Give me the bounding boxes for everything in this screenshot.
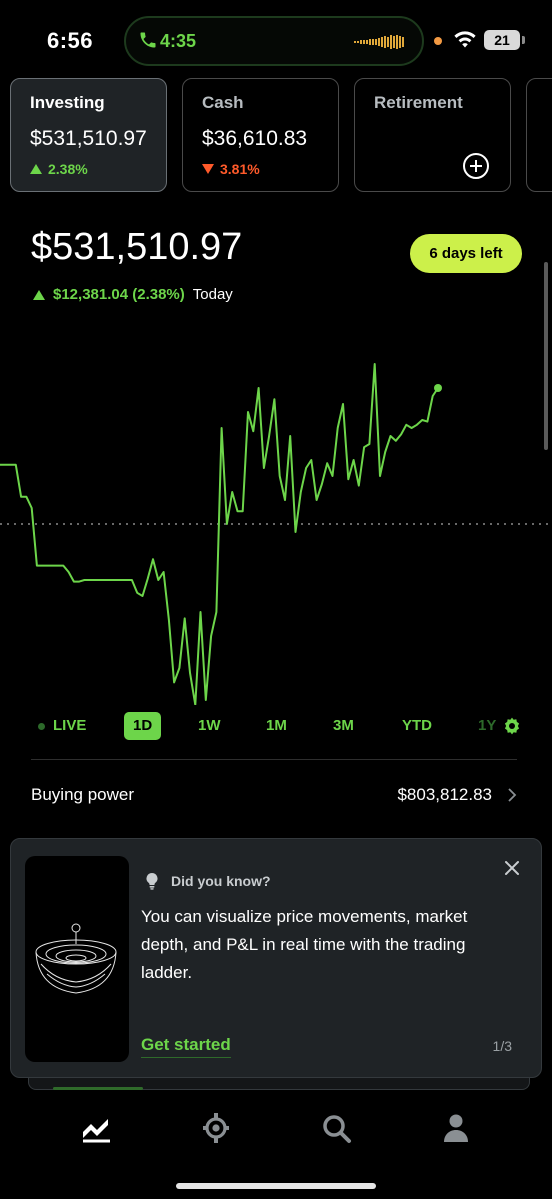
mic-indicator-dot xyxy=(434,37,442,45)
account-card-retirement[interactable]: Retirement xyxy=(354,78,511,192)
gear-icon[interactable] xyxy=(502,716,522,736)
account-card-next[interactable] xyxy=(526,78,552,192)
trading-ladder-illustration xyxy=(25,856,129,1062)
account-card-investing[interactable]: Investing $531,510.97 2.38% xyxy=(10,78,167,192)
account-card-change: 2.38% xyxy=(30,161,166,177)
account-card-title: Retirement xyxy=(374,93,463,112)
account-card-change-value: 2.38% xyxy=(48,161,88,177)
add-icon[interactable] xyxy=(463,153,489,179)
search-icon[interactable] xyxy=(320,1112,352,1144)
down-triangle-icon xyxy=(202,164,214,174)
wifi-icon xyxy=(454,31,476,48)
account-card-value: $531,510.97 xyxy=(30,127,147,150)
account-card-cash[interactable]: Cash $36,610.83 3.81% xyxy=(182,78,339,192)
account-cards: Investing $531,510.97 2.38% Cash $36,610… xyxy=(10,78,552,193)
range-1y[interactable]: 1Y xyxy=(478,712,496,740)
today-change-amount: $12,381.04 (2.38%) xyxy=(53,286,185,303)
divider xyxy=(31,759,517,760)
card-pagination: 1/3 xyxy=(492,1038,512,1054)
info-text: You can visualize price movements, marke… xyxy=(141,907,468,982)
portfolio-value: $531,510.97 xyxy=(31,226,243,268)
live-dot-icon xyxy=(38,722,45,730)
battery-level: 21 xyxy=(484,30,520,50)
did-you-know-card: Did you know? You can visualize price mo… xyxy=(10,838,542,1078)
range-ytd[interactable]: YTD xyxy=(402,712,432,740)
account-card-title: Investing xyxy=(30,93,105,112)
stacked-card-accent xyxy=(53,1087,143,1090)
range-1w[interactable]: 1W xyxy=(198,712,221,740)
account-card-change-value: 3.81% xyxy=(220,161,260,177)
call-timer: 4:35 xyxy=(160,31,197,51)
account-icon[interactable] xyxy=(440,1112,472,1144)
account-card-change: 3.81% xyxy=(202,161,338,177)
status-time: 6:56 xyxy=(47,28,94,53)
chart-icon[interactable] xyxy=(80,1112,112,1144)
today-change-label: Today xyxy=(192,286,233,303)
phone-icon xyxy=(140,32,156,48)
buying-power-value: $803,812.83 xyxy=(397,785,492,804)
up-triangle-icon xyxy=(33,289,45,300)
dynamic-island[interactable]: 4:35 xyxy=(124,16,424,66)
chart-line xyxy=(0,363,439,705)
battery-tip xyxy=(522,36,525,44)
lightbulb-icon xyxy=(146,873,158,890)
get-started-link[interactable]: Get started xyxy=(141,1035,231,1058)
chevron-right-icon xyxy=(508,788,517,802)
range-live[interactable]: LIVE xyxy=(38,712,86,740)
info-kicker: Did you know? xyxy=(171,873,271,889)
range-live-label: LIVE xyxy=(53,717,87,734)
audio-waveform-icon xyxy=(354,35,404,49)
up-triangle-icon xyxy=(30,164,42,174)
chart-current-point xyxy=(434,384,442,392)
portfolio-chart[interactable] xyxy=(0,310,552,705)
today-change: $12,381.04 (2.38%) Today xyxy=(33,286,233,303)
status-bar: 6:56 4:35 21 xyxy=(0,0,552,78)
range-1m[interactable]: 1M xyxy=(266,712,287,740)
close-icon[interactable] xyxy=(503,859,521,877)
range-1d[interactable]: 1D xyxy=(124,712,162,740)
crypto-icon[interactable] xyxy=(200,1112,232,1144)
account-card-value: $36,610.83 xyxy=(202,127,308,150)
buying-power-row[interactable]: Buying power $803,812.83 xyxy=(0,775,552,815)
days-left-badge[interactable]: 6 days left xyxy=(410,234,522,273)
home-indicator xyxy=(176,1183,376,1189)
account-card-title: Cash xyxy=(202,93,244,112)
buying-power-label: Buying power xyxy=(31,785,135,804)
range-selector: LIVE 1D 1W 1M 3M YTD 1Y xyxy=(0,710,552,742)
range-3m[interactable]: 3M xyxy=(333,712,354,740)
bowl-illustration-icon xyxy=(35,923,117,994)
